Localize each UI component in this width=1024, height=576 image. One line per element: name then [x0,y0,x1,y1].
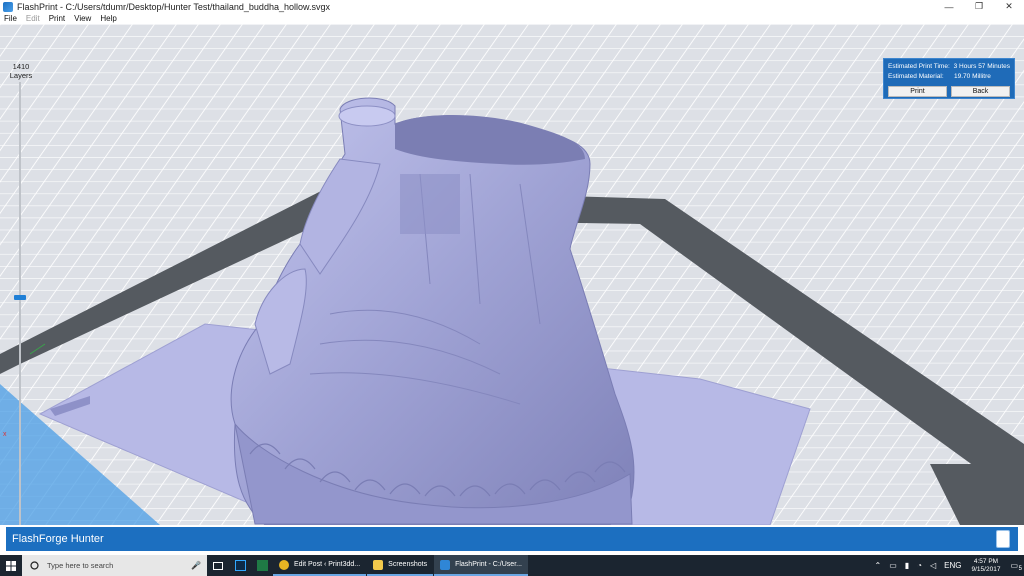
printer-connection-icon[interactable] [996,530,1010,548]
system-tray: ⌃ ▭ ▮ ◔ ◁ ENG 4:57 PM 9/15/2017 ▭ 5 [871,555,1024,576]
task-chrome[interactable]: Edit Post ‹ Print3dd... [273,555,367,576]
menu-bar: File Edit Print View Help [0,13,1024,24]
layers-label: Layers [9,71,33,80]
task-flashprint[interactable]: FlashPrint - C:/User... [434,555,528,576]
x-axis-marker: x [3,431,7,438]
device-bar: FlashForge Hunter [6,527,1018,551]
chrome-icon [279,559,289,570]
folder-icon [373,559,384,570]
print-time-label: Estimated Print Time: [888,63,950,70]
microphone-icon[interactable]: 🎤 [191,561,201,570]
flashprint-icon [440,559,451,570]
menu-edit[interactable]: Edit [26,14,40,23]
search-icon [30,561,39,570]
printer-name: FlashForge Hunter [12,533,104,545]
clock[interactable]: 4:57 PM 9/15/2017 [972,558,1001,574]
search-placeholder: Type here to search [47,561,114,570]
layer-top-value: 1410 [12,62,30,71]
clock-date: 9/15/2017 [971,565,1001,573]
print-time-value: 3 Hours 57 Minutes [953,63,1010,70]
task-chrome-label: Edit Post ‹ Print3dd... [294,561,361,568]
battery-icon[interactable]: ▮ [905,561,909,570]
photoshop-icon[interactable] [229,555,251,576]
menu-help[interactable]: Help [100,14,116,23]
excel-icon[interactable] [251,555,273,576]
back-button[interactable]: Back [951,86,1010,97]
wifi-icon[interactable]: ◔ [917,561,922,570]
layer-slider-track[interactable] [19,82,21,525]
close-button[interactable]: ✕ [994,0,1024,13]
chevron-up-icon[interactable]: ⌃ [875,561,882,570]
minimize-button[interactable]: — [934,0,964,13]
volume-icon[interactable]: ◁ [930,561,936,570]
3d-viewport[interactable]: x 1410 Layers 739 Estimated Print Time: … [0,24,1024,525]
taskbar: Type here to search 🎤 Edit Post ‹ Print3… [0,555,1024,576]
estimate-panel: Estimated Print Time: 3 Hours 57 Minutes… [883,58,1015,99]
build-scene: x [0,24,1024,525]
title-bar: FlashPrint - C:/Users/tdumr/Desktop/Hunt… [0,0,1024,13]
material-value: 19.70 Millitre [954,73,991,80]
task-flashprint-label: FlashPrint - C:/User... [455,561,522,568]
menu-file[interactable]: File [4,14,17,23]
task-screenshots-label: Screenshots [388,561,428,568]
print-button[interactable]: Print [888,86,947,97]
layer-slider-thumb[interactable] [14,295,26,301]
menu-view[interactable]: View [74,14,91,23]
taskbar-search[interactable]: Type here to search 🎤 [22,555,207,576]
layer-count-label: 1410 Layers [6,62,36,80]
task-screenshots[interactable]: Screenshots [367,555,434,576]
clock-time: 4:57 PM [973,557,999,565]
maximize-button[interactable]: ❐ [964,0,994,13]
menu-print[interactable]: Print [49,14,65,23]
network-icon[interactable]: ▭ [889,561,897,570]
windows-icon [6,560,16,571]
material-label: Estimated Material: [888,73,944,80]
flashprint-app-icon [3,1,13,12]
start-button[interactable] [0,555,22,576]
language-indicator[interactable]: ENG [944,561,961,570]
task-view-icon[interactable] [207,555,229,576]
window-title: FlashPrint - C:/Users/tdumr/Desktop/Hunt… [17,1,330,12]
notification-count: 5 [1018,566,1022,572]
notification-icon[interactable]: ▭ 5 [1010,561,1022,572]
